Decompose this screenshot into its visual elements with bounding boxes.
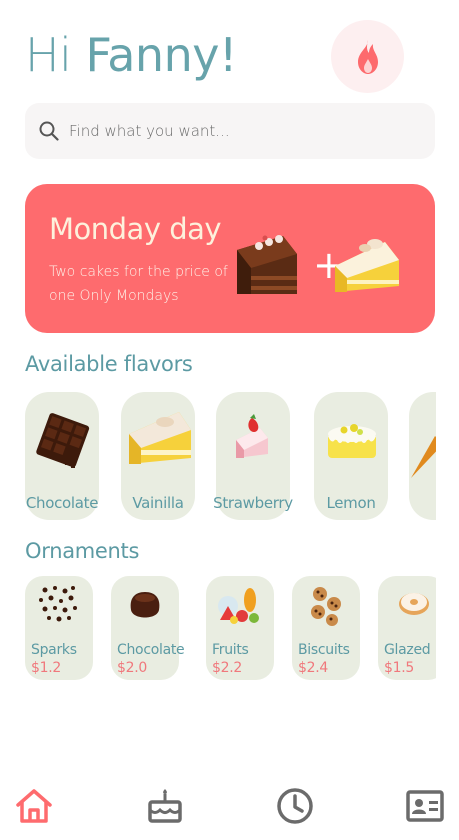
trending-button[interactable]	[331, 20, 404, 93]
chocolate-bar-icon	[36, 413, 90, 468]
bottom-nav	[0, 782, 459, 830]
flavor-card-vainilla[interactable]: Vainilla	[121, 392, 195, 520]
greeting-word: Hi	[25, 28, 72, 82]
flavor-label: Vainilla	[132, 494, 184, 512]
flavor-card-strawberry[interactable]: Strawberry	[213, 392, 293, 520]
ornament-name: Sparks	[31, 642, 77, 658]
ornaments-list: Sparks $1.2 Chocolate $2.0 Fruits $2.2 B…	[25, 576, 436, 680]
ornament-price: $2.0	[117, 660, 147, 676]
ornament-card-fruits[interactable]: Fruits $2.2	[206, 576, 274, 680]
ornament-card-chocolate[interactable]: Chocolate $2.0	[111, 576, 185, 680]
ornament-name: Chocolate	[117, 642, 185, 658]
flavors-section-title: Available flavors	[25, 352, 193, 376]
ornament-card-glazed[interactable]: Glazed $1.5	[378, 576, 436, 680]
donut-icon	[399, 593, 429, 615]
lemon-cake-icon	[328, 424, 376, 458]
nav-cakes[interactable]	[141, 782, 189, 830]
nav-profile[interactable]	[401, 782, 449, 830]
cake-icon	[148, 789, 182, 823]
search-input[interactable]	[69, 122, 409, 140]
flavor-card-lemon[interactable]: Lemon	[314, 392, 388, 520]
biscuits-icon	[311, 587, 341, 626]
ornament-card-sparks[interactable]: Sparks $1.2	[25, 576, 93, 680]
sprinkles-icon	[39, 586, 77, 622]
ornament-card-biscuits[interactable]: Biscuits $2.4	[292, 576, 360, 680]
promo-subtitle: Two cakes for the price of one Only Mond…	[49, 264, 228, 304]
ornaments-section-title: Ornaments	[25, 539, 140, 563]
nav-home[interactable]	[10, 782, 58, 830]
promo-title: Monday day	[49, 212, 222, 246]
home-icon	[16, 789, 52, 823]
ornament-price: $1.2	[31, 660, 61, 676]
header: Hi Fanny!	[25, 26, 237, 84]
ornament-name: Fruits	[212, 642, 249, 658]
greeting-title: Hi Fanny!	[25, 26, 237, 84]
search-icon	[39, 121, 59, 141]
flavor-label: Chocolate	[25, 494, 99, 512]
nav-history[interactable]	[271, 782, 319, 830]
flame-icon	[357, 39, 378, 74]
flavor-card-chocolate[interactable]: Chocolate	[25, 392, 99, 520]
promo-banner[interactable]: Monday day Two cakes for the price of on…	[25, 184, 435, 333]
chocolate-cake-slice-icon	[237, 235, 297, 294]
clock-icon	[277, 788, 313, 824]
ornament-price: $1.5	[384, 660, 414, 676]
ornament-price: $2.4	[298, 660, 328, 676]
flavor-card-carrot[interactable]: Ca	[409, 392, 436, 520]
ornament-name: Biscuits	[298, 642, 350, 658]
search-bar[interactable]	[25, 103, 435, 159]
strawberry-cake-slice-icon	[236, 414, 268, 458]
vanilla-cake-slice-icon	[129, 412, 191, 464]
carrot-icon	[411, 436, 436, 478]
ornament-price: $2.2	[212, 660, 242, 676]
flavor-label: Ca	[399, 494, 436, 512]
flavor-label: Lemon	[326, 494, 376, 512]
chocolate-candy-icon	[130, 592, 160, 618]
user-name: Fanny!	[85, 28, 238, 82]
fruits-icon	[218, 588, 259, 624]
ornament-name: Glazed	[384, 642, 431, 658]
flavors-list: Chocolate Vainilla Strawberry Lemon	[25, 392, 436, 520]
flavor-label: Strawberry	[213, 494, 293, 512]
promo-cakes-illustration: +	[237, 235, 399, 294]
id-card-icon	[406, 790, 444, 822]
